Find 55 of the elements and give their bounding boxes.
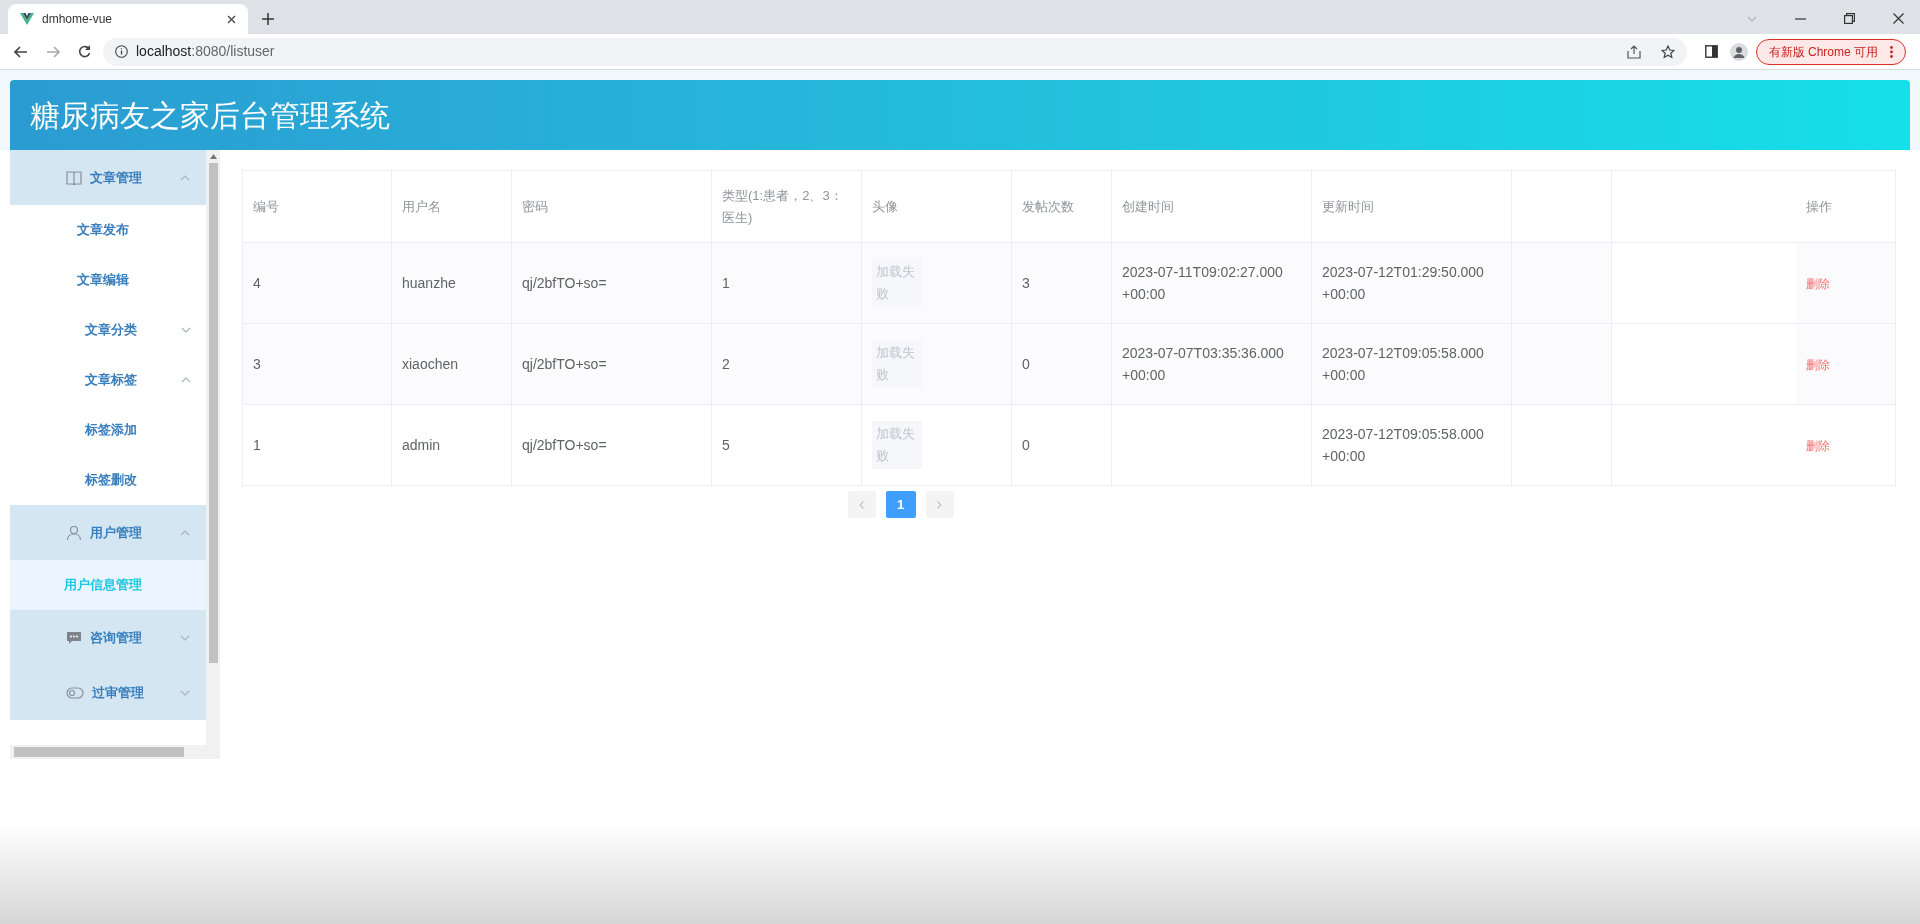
chevron-icon [180,529,190,536]
minimize-icon[interactable] [1795,17,1806,20]
scroll-up-icon[interactable] [209,154,217,159]
chevron-icon [180,174,190,181]
profile-icon[interactable] [1729,42,1748,61]
chevron-icon [181,327,191,333]
menu-group[interactable]: 咨询管理 [10,610,206,665]
chevron-right-icon [937,500,942,509]
side-panel-icon[interactable] [1704,45,1718,58]
table-cell: 1 [242,404,392,486]
chevron-left-icon [859,500,864,509]
back-icon[interactable] [14,45,28,58]
close-icon[interactable] [1893,13,1904,24]
chevron-icon [180,689,190,696]
book-icon [66,170,82,185]
user-icon [66,524,82,541]
url-text: localhost:8080/listuser [136,42,276,61]
table-cell: admin [391,404,512,486]
table-cell: 2023-07-07T03:35:36.000 +00:00 [1122,345,1284,383]
table-cell: 5 [711,404,862,486]
scrollbar[interactable] [206,150,220,745]
delete-button[interactable]: 删除 [1805,436,1830,455]
menu-group[interactable]: 文章管理 [10,150,206,205]
delete-button[interactable]: 删除 [1805,274,1830,293]
table-cell: 0 [1011,404,1112,486]
reload-icon[interactable] [78,45,91,58]
info-icon [115,45,128,58]
restore-icon[interactable] [1844,13,1855,24]
toggle-icon [66,686,84,699]
column-header: 操作 [1795,170,1896,243]
update-button[interactable]: 有新版 Chrome 可用 [1755,38,1906,65]
page-button[interactable]: 1 [885,491,916,518]
table-cell: 2023-07-12T01:29:50.000 +00:00 [1322,264,1484,302]
scrollbar[interactable] [10,745,220,759]
share-icon[interactable] [1626,44,1641,59]
app-title: 糖尿病友之家后台管理系统 [30,97,390,134]
message-icon [66,630,82,645]
table-cell: 2023-07-11T09:02:27.000 +00:00 [1122,264,1283,302]
delete-button[interactable]: 删除 [1805,355,1830,374]
chevron-icon [1747,15,1757,22]
menu-group[interactable]: 过审管理 [10,665,206,720]
logo-icon [20,13,34,25]
address-field[interactable]: localhost:8080/listuser [103,37,1687,66]
menu-group[interactable]: 用户管理 [10,505,206,560]
tab-title: dmhome-vue [42,11,114,28]
table-cell: qj/2bfTO+so= [511,404,712,486]
table-cell: 2023-07-12T09:05:58.000 +00:00 [1322,426,1484,464]
more-icon [1890,45,1893,58]
chevron-icon [180,634,190,641]
browser-tab[interactable]: dmhome-vue [8,4,248,34]
chevron-icon [181,377,191,383]
new-tab-icon[interactable] [262,13,274,25]
close-icon[interactable] [227,14,236,24]
table-cell: 2023-07-12T09:05:58.000 +00:00 [1322,345,1484,383]
star-icon[interactable] [1660,44,1675,59]
